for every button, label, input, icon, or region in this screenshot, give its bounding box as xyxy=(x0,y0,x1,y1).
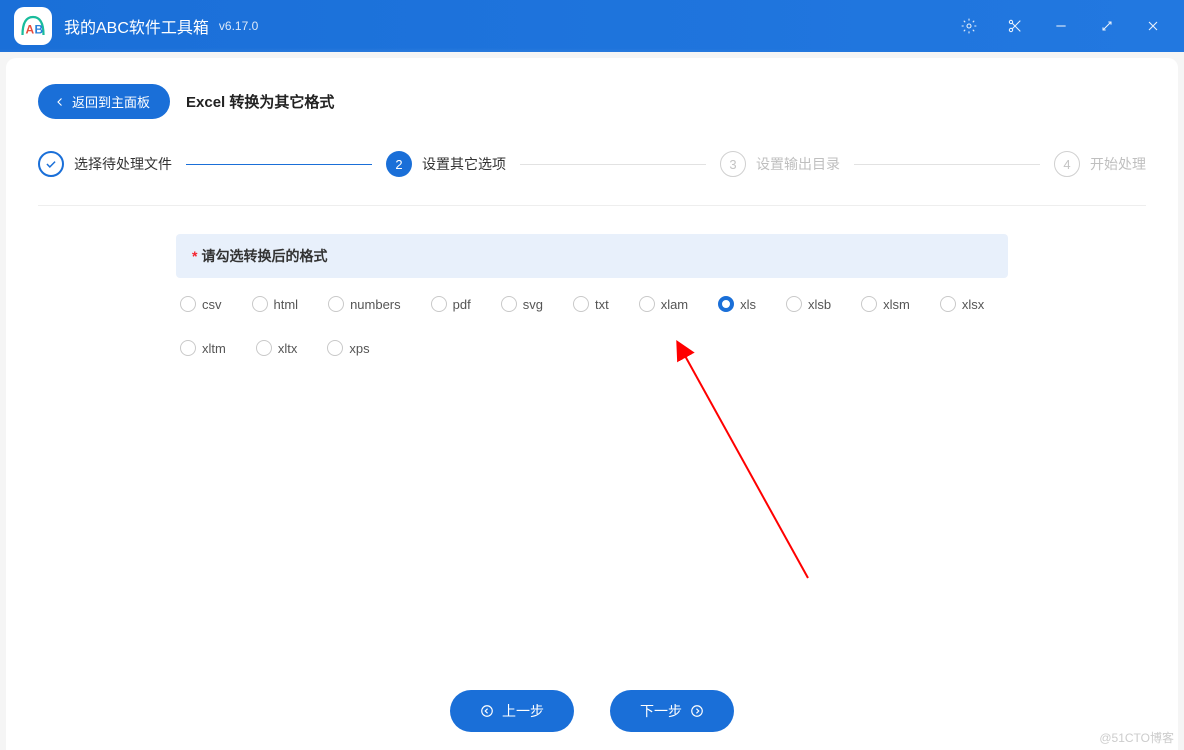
radio-label: pdf xyxy=(453,297,471,312)
watermark: @51CTO博客 xyxy=(1099,729,1174,746)
radio-icon xyxy=(501,296,517,312)
app-logo: A B xyxy=(14,7,52,45)
chevron-left-icon xyxy=(54,96,66,108)
radio-icon xyxy=(328,296,344,312)
settings-button[interactable] xyxy=(946,6,992,46)
format-radio-xls[interactable]: xls xyxy=(718,296,756,312)
main-card: 返回到主面板 Excel 转换为其它格式 选择待处理文件 2 设置其它选项 3 … xyxy=(6,58,1178,750)
radio-icon xyxy=(573,296,589,312)
format-radio-html[interactable]: html xyxy=(252,296,299,312)
format-radio-numbers[interactable]: numbers xyxy=(328,296,401,312)
next-button-label: 下一步 xyxy=(640,701,682,721)
step-connector xyxy=(520,164,706,165)
svg-text:A: A xyxy=(26,23,35,37)
radio-label: xlsx xyxy=(962,297,984,312)
maximize-icon xyxy=(1099,18,1115,34)
radio-icon xyxy=(639,296,655,312)
content-area: *请勾选转换后的格式 csv html numbers pdf svg txt xlam xl… xyxy=(6,206,1178,356)
step-2: 2 设置其它选项 xyxy=(386,151,506,177)
radio-label: xltx xyxy=(278,341,298,356)
format-radio-xlsm[interactable]: xlsm xyxy=(861,296,910,312)
step-4: 4 开始处理 xyxy=(1054,151,1146,177)
radio-icon xyxy=(327,340,343,356)
radio-icon xyxy=(861,296,877,312)
radio-label: xls xyxy=(740,297,756,312)
scissors-button[interactable] xyxy=(992,6,1038,46)
radio-label: csv xyxy=(202,297,222,312)
radio-label: txt xyxy=(595,297,609,312)
radio-icon xyxy=(940,296,956,312)
annotation-arrow xyxy=(668,338,828,588)
prev-button-label: 上一步 xyxy=(502,701,544,721)
minimize-button[interactable] xyxy=(1038,6,1084,46)
step-done-icon xyxy=(38,151,64,177)
format-radio-xltm[interactable]: xltm xyxy=(180,340,226,356)
step-number: 4 xyxy=(1054,151,1080,177)
radio-label: html xyxy=(274,297,299,312)
step-label: 选择待处理文件 xyxy=(74,154,172,174)
close-button[interactable] xyxy=(1130,6,1176,46)
step-3: 3 设置输出目录 xyxy=(720,151,840,177)
radio-icon xyxy=(180,296,196,312)
format-radio-xlam[interactable]: xlam xyxy=(639,296,688,312)
step-number: 3 xyxy=(720,151,746,177)
radio-icon xyxy=(718,296,734,312)
chevron-right-circle-icon xyxy=(690,704,704,718)
radio-label: numbers xyxy=(350,297,401,312)
minimize-icon xyxy=(1053,18,1069,34)
stepper: 选择待处理文件 2 设置其它选项 3 设置输出目录 4 开始处理 xyxy=(6,141,1178,177)
radio-label: xps xyxy=(349,341,369,356)
format-radio-group: csv html numbers pdf svg txt xlam xls xlsb xlsm xl… xyxy=(176,278,1008,356)
format-radio-pdf[interactable]: pdf xyxy=(431,296,471,312)
titlebar: A B 我的ABC软件工具箱 v6.17.0 xyxy=(0,0,1184,52)
radio-label: xltm xyxy=(202,341,226,356)
card-header: 返回到主面板 Excel 转换为其它格式 xyxy=(6,58,1178,141)
back-button[interactable]: 返回到主面板 xyxy=(38,84,170,119)
format-radio-xlsx[interactable]: xlsx xyxy=(940,296,984,312)
app-title: 我的ABC软件工具箱 xyxy=(64,14,209,38)
prev-button[interactable]: 上一步 xyxy=(450,690,574,732)
format-radio-svg[interactable]: svg xyxy=(501,296,543,312)
step-label: 开始处理 xyxy=(1090,154,1146,174)
radio-label: svg xyxy=(523,297,543,312)
scissors-icon xyxy=(1007,18,1023,34)
step-number: 2 xyxy=(386,151,412,177)
step-connector xyxy=(854,164,1040,165)
back-button-label: 返回到主面板 xyxy=(72,92,150,111)
radio-icon xyxy=(252,296,268,312)
radio-label: xlsb xyxy=(808,297,831,312)
format-radio-xltx[interactable]: xltx xyxy=(256,340,298,356)
section-header: *请勾选转换后的格式 xyxy=(176,234,1008,278)
step-label: 设置其它选项 xyxy=(422,154,506,174)
format-radio-csv[interactable]: csv xyxy=(180,296,222,312)
step-label: 设置输出目录 xyxy=(756,154,840,174)
svg-text:B: B xyxy=(35,23,44,37)
footer-nav: 上一步 下一步 xyxy=(6,690,1178,732)
chevron-left-circle-icon xyxy=(480,704,494,718)
section-title: 请勾选转换后的格式 xyxy=(201,248,327,264)
radio-icon xyxy=(786,296,802,312)
radio-label: xlam xyxy=(661,297,688,312)
radio-icon xyxy=(431,296,447,312)
format-radio-xps[interactable]: xps xyxy=(327,340,369,356)
next-button[interactable]: 下一步 xyxy=(610,690,734,732)
radio-label: xlsm xyxy=(883,297,910,312)
close-icon xyxy=(1145,18,1161,34)
gear-icon xyxy=(961,18,977,34)
page-title: Excel 转换为其它格式 xyxy=(186,91,334,112)
step-connector xyxy=(186,164,372,165)
format-radio-xlsb[interactable]: xlsb xyxy=(786,296,831,312)
required-mark: * xyxy=(192,248,197,264)
step-1: 选择待处理文件 xyxy=(38,151,172,177)
radio-icon xyxy=(256,340,272,356)
maximize-button[interactable] xyxy=(1084,6,1130,46)
app-version: v6.17.0 xyxy=(219,19,258,33)
radio-icon xyxy=(180,340,196,356)
format-radio-txt[interactable]: txt xyxy=(573,296,609,312)
